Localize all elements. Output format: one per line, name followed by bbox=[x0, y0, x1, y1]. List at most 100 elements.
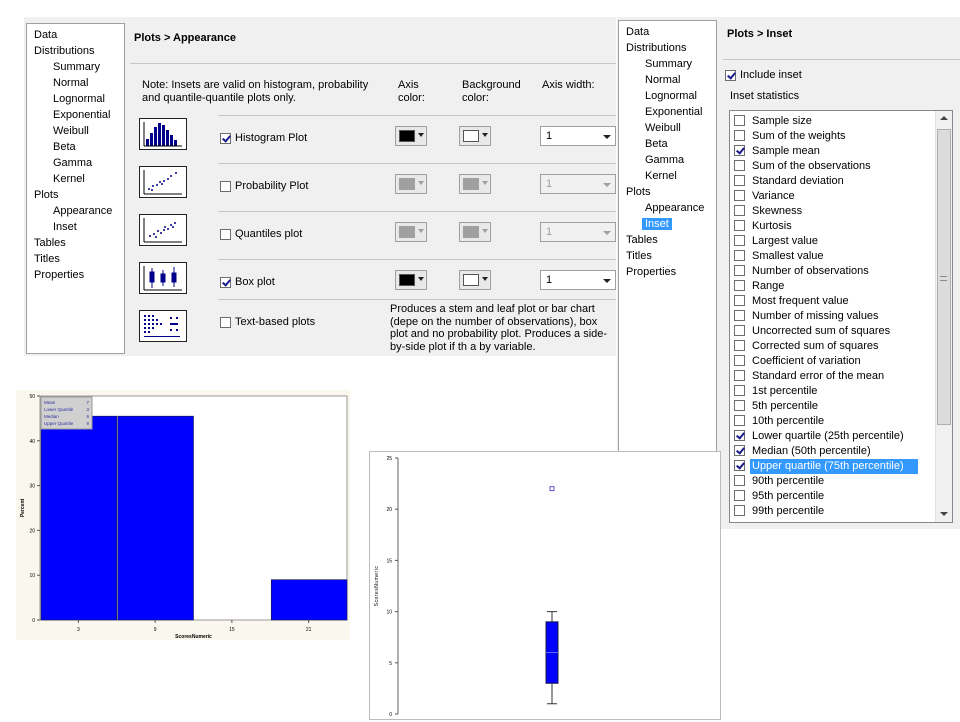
nav-item-lognormal[interactable]: Lognormal bbox=[645, 89, 697, 103]
stat-checkbox[interactable] bbox=[734, 235, 745, 246]
stat-checkbox[interactable] bbox=[734, 115, 745, 126]
nav-item-gamma[interactable]: Gamma bbox=[645, 153, 684, 167]
inset-statistics-list[interactable]: 99th percentile 95th percentile 90th perce… bbox=[729, 110, 953, 523]
nav-item-appearance[interactable]: Appearance bbox=[53, 204, 112, 218]
stat-checkbox[interactable] bbox=[734, 505, 745, 516]
stat-checkbox[interactable] bbox=[734, 475, 745, 486]
y-axis-label: ScoresNumeric bbox=[374, 566, 380, 607]
nav-item-gamma[interactable]: Gamma bbox=[53, 156, 92, 170]
stat-checkbox[interactable] bbox=[734, 400, 745, 411]
stat-label: Sample size bbox=[752, 115, 812, 127]
nav-item-tables[interactable]: Tables bbox=[626, 233, 658, 247]
stat-label: Number of observations bbox=[752, 265, 869, 277]
stat-checkbox[interactable] bbox=[734, 205, 745, 216]
nav-item-summary[interactable]: Summary bbox=[645, 57, 692, 71]
box-axis-width-select[interactable]: 1 bbox=[540, 270, 616, 290]
chevron-down-icon bbox=[603, 231, 611, 235]
nav-item-kernel[interactable]: Kernel bbox=[53, 172, 85, 186]
stat-label: Number of missing values bbox=[752, 310, 879, 322]
divider bbox=[130, 63, 616, 64]
quantiles-background-color-picker[interactable] bbox=[459, 222, 491, 242]
stat-checkbox[interactable] bbox=[734, 415, 745, 426]
stat-checkbox[interactable] bbox=[734, 310, 745, 321]
list-scrollbar[interactable] bbox=[935, 111, 952, 522]
nav-item-weibull[interactable]: Weibull bbox=[645, 121, 681, 135]
stat-checkbox[interactable] bbox=[734, 160, 745, 171]
text-plot-icon[interactable] bbox=[139, 310, 187, 342]
nav-item-exponential[interactable]: Exponential bbox=[53, 108, 111, 122]
chevron-down-icon bbox=[418, 277, 424, 281]
y-tick-label: 30 bbox=[29, 484, 35, 490]
nav-item-weibull[interactable]: Weibull bbox=[53, 124, 89, 138]
nav-item-beta[interactable]: Beta bbox=[53, 140, 76, 154]
nav-item-appearance[interactable]: Appearance bbox=[645, 201, 704, 215]
quantiles-axis-width-select[interactable]: 1 bbox=[540, 222, 616, 242]
box-axis-color-picker[interactable] bbox=[395, 270, 427, 290]
stat-checkbox[interactable] bbox=[734, 175, 745, 186]
histogram-axis-width-select[interactable]: 1 bbox=[540, 126, 616, 146]
nav-item-distributions[interactable]: Distributions bbox=[626, 41, 687, 55]
box-plot-checkbox[interactable] bbox=[220, 277, 231, 288]
chevron-down-icon bbox=[482, 229, 488, 233]
y-tick-label: 20 bbox=[29, 528, 35, 534]
stat-checkbox[interactable] bbox=[734, 220, 745, 231]
histogram-plot-checkbox[interactable] bbox=[220, 133, 231, 144]
stat-checkbox[interactable] bbox=[734, 250, 745, 261]
scroll-up-icon[interactable] bbox=[940, 116, 948, 120]
probability-background-color-picker[interactable] bbox=[459, 174, 491, 194]
stat-checkbox[interactable] bbox=[734, 340, 745, 351]
nav-item-lognormal[interactable]: Lognormal bbox=[53, 92, 105, 106]
nav-item-exponential[interactable]: Exponential bbox=[645, 105, 703, 119]
probability-axis-color-picker[interactable] bbox=[395, 174, 427, 194]
nav-item-titles[interactable]: Titles bbox=[34, 252, 60, 266]
nav-item-distributions[interactable]: Distributions bbox=[34, 44, 95, 58]
stat-checkbox[interactable] bbox=[734, 430, 745, 441]
nav-item-data[interactable]: Data bbox=[34, 28, 57, 42]
stat-checkbox[interactable] bbox=[734, 355, 745, 366]
nav-item-tables[interactable]: Tables bbox=[34, 236, 66, 250]
histogram-background-color-picker[interactable] bbox=[459, 126, 491, 146]
stat-checkbox[interactable] bbox=[734, 370, 745, 381]
stat-checkbox[interactable] bbox=[734, 130, 745, 141]
stat-checkbox[interactable] bbox=[734, 325, 745, 336]
stat-label: 1st percentile bbox=[752, 385, 818, 397]
probability-plot-icon[interactable] bbox=[139, 166, 187, 198]
stat-checkbox[interactable] bbox=[734, 460, 745, 471]
histogram-icon[interactable] bbox=[139, 118, 187, 150]
stat-checkbox[interactable] bbox=[734, 280, 745, 291]
box-background-color-picker[interactable] bbox=[459, 270, 491, 290]
box-plot-icon[interactable] bbox=[139, 262, 187, 294]
include-inset-checkbox[interactable] bbox=[725, 70, 736, 81]
nav-item-data[interactable]: Data bbox=[626, 25, 649, 39]
nav-item-kernel[interactable]: Kernel bbox=[645, 169, 677, 183]
nav-item-plots[interactable]: Plots bbox=[626, 185, 650, 199]
nav-item-label: Summary bbox=[53, 61, 101, 73]
quantiles-axis-color-picker[interactable] bbox=[395, 222, 427, 242]
scroll-down-icon[interactable] bbox=[940, 512, 948, 516]
axis-color-header: Axis color: bbox=[398, 79, 425, 104]
quantile-plot-icon[interactable] bbox=[139, 214, 187, 246]
text-based-plots-checkbox[interactable] bbox=[220, 317, 231, 328]
nav-item-inset[interactable]: Inset bbox=[642, 217, 672, 231]
nav-item-properties[interactable]: Properties bbox=[34, 268, 84, 282]
stat-checkbox[interactable] bbox=[734, 385, 745, 396]
nav-item-normal[interactable]: Normal bbox=[53, 76, 88, 90]
nav-item-normal[interactable]: Normal bbox=[645, 73, 680, 87]
stat-checkbox[interactable] bbox=[734, 295, 745, 306]
stat-checkbox[interactable] bbox=[734, 490, 745, 501]
stat-checkbox[interactable] bbox=[734, 445, 745, 456]
quantiles-plot-checkbox[interactable] bbox=[220, 229, 231, 240]
include-inset-label: Include inset bbox=[740, 69, 802, 81]
stat-checkbox[interactable] bbox=[734, 145, 745, 156]
nav-item-properties[interactable]: Properties bbox=[626, 265, 676, 279]
probability-axis-width-select[interactable]: 1 bbox=[540, 174, 616, 194]
nav-item-beta[interactable]: Beta bbox=[645, 137, 668, 151]
nav-item-titles[interactable]: Titles bbox=[626, 249, 652, 263]
histogram-axis-color-picker[interactable] bbox=[395, 126, 427, 146]
nav-item-summary[interactable]: Summary bbox=[53, 60, 100, 74]
nav-item-inset[interactable]: Inset bbox=[53, 220, 77, 234]
stat-checkbox[interactable] bbox=[734, 265, 745, 276]
stat-checkbox[interactable] bbox=[734, 190, 745, 201]
probability-plot-checkbox[interactable] bbox=[220, 181, 231, 192]
nav-item-plots[interactable]: Plots bbox=[34, 188, 58, 202]
